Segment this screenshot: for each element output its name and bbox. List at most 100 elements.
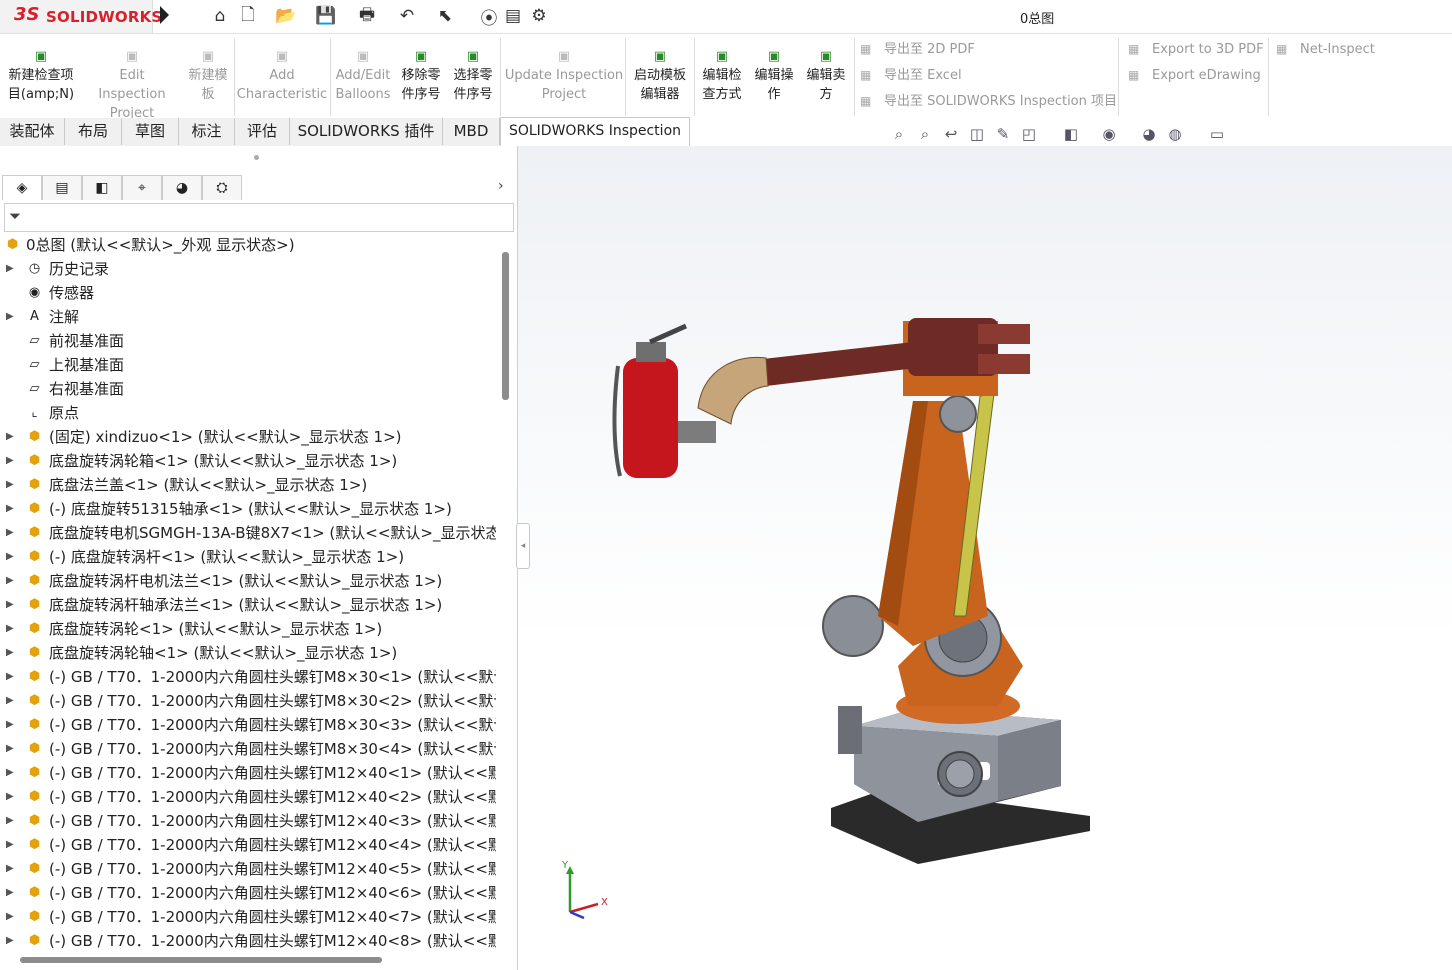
section-view-icon[interactable]: ◫ — [966, 124, 988, 144]
tree-item[interactable]: ▶ ⬢ 底盘旋转涡轮<1> (默认<<默认>_显示状态 1>) — [0, 617, 496, 641]
tab-layout[interactable]: 布局 — [65, 118, 122, 145]
file-properties-icon[interactable]: ▤ — [500, 5, 526, 27]
select-pointer-icon[interactable]: ⬉ — [432, 5, 458, 27]
expand-arrow-icon[interactable]: ▶ — [6, 425, 14, 449]
tab-sketch[interactable]: 草图 — [122, 118, 179, 145]
tree-vertical-scrollbar[interactable] — [502, 252, 509, 400]
edit-operations-button[interactable]: ▣ 编辑操作 — [748, 50, 800, 104]
expand-arrow-icon[interactable]: ▶ — [6, 545, 14, 569]
property-manager-tab-icon[interactable]: ▤ — [42, 175, 82, 200]
expand-arrow-icon[interactable]: ▶ — [6, 473, 14, 497]
zoom-to-fit-icon[interactable]: ⌕ — [888, 124, 910, 144]
hide-show-items-icon[interactable]: ◉ — [1098, 124, 1120, 144]
edit-inspection-project-button[interactable]: ▣ Edit Inspection Project — [84, 50, 180, 123]
tab-evaluate[interactable]: 评估 — [235, 118, 290, 145]
expand-arrow-icon[interactable]: ▶ — [6, 905, 14, 929]
tree-item[interactable]: ▶ ⬢ 底盘旋转涡轮轴<1> (默认<<默认>_显示状态 1>) — [0, 641, 496, 665]
tree-item[interactable]: ▶ ⬢ 底盘旋转涡杆轴承法兰<1> (默认<<默认>_显示状态 1>) — [0, 593, 496, 617]
new-document-icon[interactable]: 🗋 — [235, 5, 261, 27]
export-edrawing-button[interactable]: ▦ Export eDrawing — [1128, 64, 1261, 86]
tree-item[interactable]: ▶ ⬢ (-) GB / T70．1-2000内六角圆柱头螺钉M8×30<1> (默… — [0, 665, 496, 689]
tab-mbd[interactable]: MBD — [443, 118, 500, 145]
expand-arrow-icon[interactable]: ▶ — [6, 785, 14, 809]
expand-arrow-icon[interactable]: ▶ — [6, 689, 14, 713]
expand-arrow-icon[interactable]: ▶ — [6, 809, 14, 833]
expand-arrow-icon[interactable]: ▶ — [6, 881, 14, 905]
save-icon[interactable]: 💾 — [313, 5, 339, 27]
undo-icon[interactable]: ↶ — [394, 5, 420, 27]
print-icon[interactable]: 🖶 — [354, 5, 380, 27]
expand-arrow-icon[interactable]: ▶ — [6, 569, 14, 593]
launch-template-editor-button[interactable]: ▣ 启动模板 编辑器 — [628, 50, 692, 104]
tree-item[interactable]: ▶ ⬢ (固定) xindizuo<1> (默认<<默认>_显示状态 1>) — [0, 425, 496, 449]
expand-arrow-icon[interactable]: ▶ — [6, 449, 14, 473]
view-settings-icon[interactable]: ▭ — [1206, 124, 1228, 144]
tab-solidworks-inspection[interactable]: SOLIDWORKS Inspection — [500, 117, 690, 147]
tree-item[interactable]: ▶ ⬢ (-) GB / T70．1-2000内六角圆柱头螺钉M12×40<4> (… — [0, 833, 496, 857]
expand-arrow-icon[interactable]: ▶ — [6, 665, 14, 689]
tree-item[interactable]: ▶ ⬢ (-) GB / T70．1-2000内六角圆柱头螺钉M12×40<6> (… — [0, 881, 496, 905]
expand-arrow-icon[interactable]: ▶ — [6, 617, 14, 641]
open-folder-icon[interactable]: 📂 — [273, 5, 299, 27]
apply-scene-icon[interactable]: ◍ — [1164, 124, 1186, 144]
inspection-tab-icon[interactable]: ⛭ — [202, 175, 242, 200]
expand-arrow-icon[interactable]: ▶ — [6, 641, 14, 665]
zoom-to-area-icon[interactable]: ⌕ — [914, 124, 936, 144]
tree-item[interactable]: ▶ ⬢ (-) GB / T70．1-2000内六角圆柱头螺钉M12×40<5> (… — [0, 857, 496, 881]
tree-filter-input[interactable]: ⏷ — [4, 203, 514, 232]
tree-horizontal-scrollbar[interactable] — [20, 957, 382, 963]
pane-collapse-handle[interactable]: ◂ — [516, 523, 530, 569]
display-manager-tab-icon[interactable]: ◕ — [162, 175, 202, 200]
dynamic-annotation-icon[interactable]: ✎ — [992, 124, 1014, 144]
tree-item[interactable]: ▶ ⬢ (-) GB / T70．1-2000内六角圆柱头螺钉M12×40<8> (… — [0, 929, 496, 953]
tree-item[interactable]: ▶ ⬢ (-) GB / T70．1-2000内六角圆柱头螺钉M12×40<3> (… — [0, 809, 496, 833]
chevron-right-icon[interactable]: › — [498, 178, 504, 194]
robot-arm-model[interactable] — [518, 146, 1452, 970]
previous-view-icon[interactable]: ↩ — [940, 124, 962, 144]
export-inspection-project-button[interactable]: ▦ 导出至 SOLIDWORKS Inspection 项目 — [860, 90, 1117, 112]
export-3d-pdf-button[interactable]: ▦ Export to 3D PDF — [1128, 38, 1264, 60]
expand-arrow-icon[interactable]: ▶ — [6, 521, 14, 545]
tree-item[interactable]: ⌞ 原点 — [0, 401, 496, 425]
tree-item[interactable]: ▶ ⬢ (-) GB / T70．1-2000内六角圆柱头螺钉M12×40<2> (… — [0, 785, 496, 809]
configuration-manager-tab-icon[interactable]: ◧ — [82, 175, 122, 200]
net-inspect-button[interactable]: ▦ Net-Inspect — [1276, 38, 1375, 60]
display-style-icon[interactable]: ◧ — [1060, 124, 1082, 144]
rebuild-traffic-light-icon[interactable]: ⦿ — [476, 5, 502, 29]
tree-item[interactable]: ▶ ⬢ 底盘旋转涡杆电机法兰<1> (默认<<默认>_显示状态 1>) — [0, 569, 496, 593]
home-icon[interactable]: ⌂ — [207, 5, 233, 27]
tree-item[interactable]: ▶ ⬢ (-) 底盘旋转涡杆<1> (默认<<默认>_显示状态 1>) — [0, 545, 496, 569]
edit-vendors-button[interactable]: ▣ 编辑卖方 — [800, 50, 852, 104]
dimxpert-tab-icon[interactable]: ⌖ — [122, 175, 162, 200]
expand-arrow-icon[interactable]: ▶ — [6, 737, 14, 761]
tree-item[interactable]: ▶ ⬢ 底盘旋转涡轮箱<1> (默认<<默认>_显示状态 1>) — [0, 449, 496, 473]
tree-item[interactable]: ▶ ⬢ (-) GB / T70．1-2000内六角圆柱头螺钉M12×40<1> (… — [0, 761, 496, 785]
tree-item[interactable]: ▶ ⬢ (-) GB / T70．1-2000内六角圆柱头螺钉M8×30<3> (默… — [0, 713, 496, 737]
tab-solidworks-addins[interactable]: SOLIDWORKS 插件 — [290, 118, 443, 145]
edit-appearance-icon[interactable]: ◕ — [1138, 124, 1160, 144]
tree-item[interactable]: ▱ 上视基准面 — [0, 353, 496, 377]
pane-grip-handle[interactable] — [254, 155, 259, 160]
tree-item[interactable]: ▶ ⬢ (-) GB / T70．1-2000内六角圆柱头螺钉M8×30<4> (默… — [0, 737, 496, 761]
expand-arrow-icon[interactable]: ▶ — [6, 497, 14, 521]
edit-inspection-method-button[interactable]: ▣ 编辑检 查方式 — [696, 50, 748, 104]
export-excel-button[interactable]: ▦ 导出至 Excel — [860, 64, 962, 86]
expand-arrow-icon[interactable]: ▶ — [6, 257, 14, 281]
tree-item[interactable]: ▶ ⬢ (-) 底盘旋转51315轴承<1> (默认<<默认>_显示状态 1>) — [0, 497, 496, 521]
tree-item[interactable]: ▶ A 注解 — [0, 305, 496, 329]
tree-item[interactable]: ▶ ⬢ 底盘旋转电机SGMGH-13A-B键8X7<1> (默认<<默认>_显示状态 — [0, 521, 496, 545]
expand-arrow-icon[interactable]: ▶ — [6, 833, 14, 857]
tree-item[interactable]: ▶ ⬢ (-) GB / T70．1-2000内六角圆柱头螺钉M12×40<7> (… — [0, 905, 496, 929]
expand-arrow-icon[interactable]: ▶ — [6, 713, 14, 737]
export-2d-pdf-button[interactable]: ▦ 导出至 2D PDF — [860, 38, 975, 60]
solidworks-logo[interactable]: 3S SOLIDWORKS — [0, 0, 162, 33]
expand-arrow-icon[interactable]: ▶ — [6, 593, 14, 617]
add-edit-balloons-button[interactable]: ▣ Add/Edit Balloons — [333, 50, 393, 104]
tab-assembly[interactable]: 装配体 — [0, 118, 65, 145]
tree-item[interactable]: ▶ ⬢ 底盘法兰盖<1> (默认<<默认>_显示状态 1>) — [0, 473, 496, 497]
tree-root-assembly[interactable]: ⬢ 0总图 (默认<<默认>_外观 显示状态>) — [0, 233, 496, 257]
select-balloons-button[interactable]: ▣ 选择零 件序号 — [446, 50, 500, 104]
expand-arrow-icon[interactable]: ▶ — [6, 857, 14, 881]
view-orientation-icon[interactable]: ◰ — [1018, 124, 1040, 144]
expand-arrow-icon[interactable]: ▶ — [6, 929, 14, 953]
